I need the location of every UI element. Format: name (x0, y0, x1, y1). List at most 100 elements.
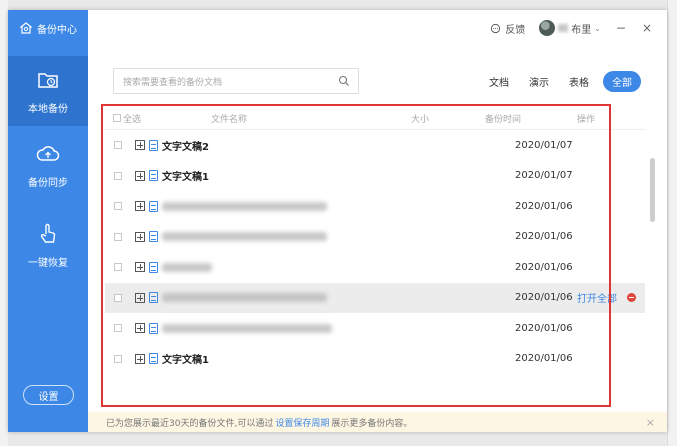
background-window-right (667, 0, 677, 446)
close-icon[interactable]: × (646, 416, 655, 429)
table-row[interactable]: 文字文稿2 2020/01/07 (105, 130, 645, 161)
feedback-label: 反馈 (505, 24, 526, 36)
file-name-cell (135, 231, 437, 243)
select-all-checkbox[interactable] (105, 114, 123, 122)
chevron-down-icon: ⌄ (594, 23, 601, 33)
minimize-button[interactable]: − (615, 21, 627, 35)
file-name-cell (135, 200, 437, 212)
table-row[interactable]: 2020/01/06 (105, 191, 645, 222)
app-title: 备份中心 (37, 24, 77, 36)
table-row[interactable]: 2020/01/06 打开全部 (105, 282, 645, 313)
search-input[interactable]: 搜索需要查看的备份文档 (113, 68, 359, 94)
table-body: 文字文稿2 2020/01/07 文字文稿1 2020/01/07 2020/01/06… (105, 130, 645, 374)
document-icon (149, 139, 158, 151)
sidebar: 备份中心 本地备份 备份同步 一键恢复 设置 (8, 10, 88, 432)
row-checkbox[interactable] (105, 263, 135, 272)
expand-icon[interactable] (135, 201, 145, 212)
table-row[interactable]: 2020/01/06 (105, 222, 645, 253)
footer-text-after: 展示更多备份内容。 (331, 418, 413, 429)
search-placeholder: 搜索需要查看的备份文档 (123, 77, 223, 88)
footer-notice: 已为您展示最近30天的备份文件,可以通过 设置保存周期 展示更多备份内容。 × (88, 412, 667, 432)
settings-button[interactable]: 设置 (23, 385, 74, 405)
expand-icon[interactable] (135, 262, 145, 273)
file-name: 文字文稿1 (162, 355, 209, 367)
sidebar-item-restore[interactable]: 一键恢复 (8, 210, 88, 280)
expand-icon[interactable] (135, 170, 145, 181)
file-name: 文字文稿1 (162, 172, 209, 184)
redacted-file-name (162, 293, 327, 303)
redacted-file-name (162, 323, 332, 333)
filter-all[interactable]: 全部 (603, 71, 641, 92)
backup-time: 2020/01/06 (515, 261, 573, 273)
row-checkbox[interactable] (105, 202, 135, 211)
user-menu[interactable]: 布里 ⌄ (539, 20, 601, 36)
expand-icon[interactable] (135, 292, 145, 303)
user-name: 布里 (571, 24, 592, 36)
home-icon (20, 22, 32, 34)
expand-icon[interactable] (135, 231, 145, 242)
backup-time: 2020/01/06 (515, 231, 573, 243)
document-icon (149, 261, 158, 273)
document-icon (149, 353, 158, 365)
row-checkbox[interactable] (105, 171, 135, 180)
file-name-cell: 文字文稿1 (135, 351, 437, 366)
type-filters: 文档 演示 表格 全部 (489, 71, 641, 92)
retention-settings-link[interactable]: 设置保存周期 (275, 416, 329, 429)
file-name-cell (135, 261, 437, 273)
row-checkbox[interactable] (105, 141, 135, 150)
redacted-file-name (162, 201, 327, 211)
hand-tap-icon (40, 223, 56, 243)
background-window-left (0, 0, 8, 446)
table-row[interactable]: 文字文稿1 2020/01/06 (105, 344, 645, 375)
expand-icon[interactable] (135, 323, 145, 334)
document-icon (149, 292, 158, 304)
backup-time: 2020/01/06 (515, 200, 573, 212)
titlebar: 反馈 布里 ⌄ − × (88, 10, 667, 46)
folder-clock-icon (38, 72, 58, 88)
row-checkbox[interactable] (105, 293, 135, 302)
file-name: 文字文稿2 (162, 141, 209, 153)
header-select-all: 全选 (123, 114, 142, 125)
sidebar-item-label: 本地备份 (28, 103, 68, 115)
header-size: 大小 (411, 114, 430, 125)
expand-icon[interactable] (135, 140, 145, 151)
table-row[interactable]: 2020/01/06 (105, 252, 645, 283)
close-button[interactable]: × (641, 21, 653, 35)
app-brand: 备份中心 (8, 10, 88, 46)
backup-time: 2020/01/06 (515, 322, 573, 334)
backup-time: 2020/01/07 (515, 139, 573, 151)
row-checkbox[interactable] (105, 354, 135, 363)
search-icon[interactable] (338, 75, 350, 87)
filter-doc[interactable]: 文档 (489, 74, 509, 89)
row-checkbox[interactable] (105, 324, 135, 333)
backup-time: 2020/01/07 (515, 170, 573, 182)
avatar (539, 20, 556, 36)
sidebar-item-label: 备份同步 (28, 177, 68, 189)
backup-file-table: 全选 文件名称 大小 备份时间 操作 文字文稿2 2020/01/07 文字文稿1 2… (105, 107, 645, 374)
file-name-cell (135, 292, 437, 304)
file-name-cell: 文字文稿2 (135, 138, 437, 153)
header-action: 操作 (577, 114, 596, 125)
chat-bubble-icon (491, 23, 501, 33)
expand-icon[interactable] (135, 353, 145, 364)
delete-icon[interactable] (627, 293, 636, 303)
sidebar-item-local-backup[interactable]: 本地备份 (8, 56, 88, 126)
row-checkbox[interactable] (105, 232, 135, 241)
sidebar-item-label: 一键恢复 (28, 257, 68, 269)
scrollbar[interactable] (650, 158, 655, 222)
redacted-file-name (162, 232, 327, 242)
table-row[interactable]: 文字文稿1 2020/01/07 (105, 161, 645, 192)
feedback-button[interactable]: 反馈 (490, 21, 525, 36)
filter-sheets[interactable]: 表格 (569, 74, 589, 89)
open-all-link[interactable]: 打开全部 (577, 290, 617, 305)
table-row[interactable]: 2020/01/06 (105, 313, 645, 344)
document-icon (149, 231, 158, 243)
document-icon (149, 200, 158, 212)
document-icon (149, 170, 158, 182)
backup-center-window: 备份中心 本地备份 备份同步 一键恢复 设置 反馈 布里 ⌄ − × 搜索需要查… (8, 10, 667, 432)
filter-slides[interactable]: 演示 (529, 74, 549, 89)
document-icon (149, 322, 158, 334)
sidebar-item-sync[interactable]: 备份同步 (8, 130, 88, 200)
user-name-redacted (558, 24, 569, 32)
header-name: 文件名称 (211, 114, 248, 125)
